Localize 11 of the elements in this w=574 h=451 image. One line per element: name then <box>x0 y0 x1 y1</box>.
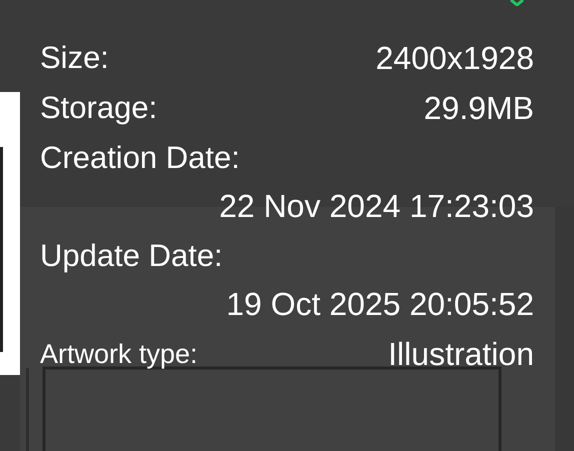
detail-label: Creation Date: <box>40 140 240 176</box>
check-icon <box>510 0 524 6</box>
detail-label: Storage: <box>40 90 158 126</box>
detail-label: Size: <box>40 40 109 76</box>
detail-value: 2400x1928 <box>376 40 534 76</box>
detail-value: 19 Oct 2025 20:05:52 <box>226 286 534 322</box>
detail-label: Artwork type: <box>40 338 198 371</box>
detail-value: Illustration <box>388 336 534 372</box>
detail-label: Update Date: <box>40 238 223 274</box>
detail-value: 29.9MB <box>424 90 534 126</box>
detail-value: 22 Nov 2024 17:23:03 <box>219 188 534 224</box>
